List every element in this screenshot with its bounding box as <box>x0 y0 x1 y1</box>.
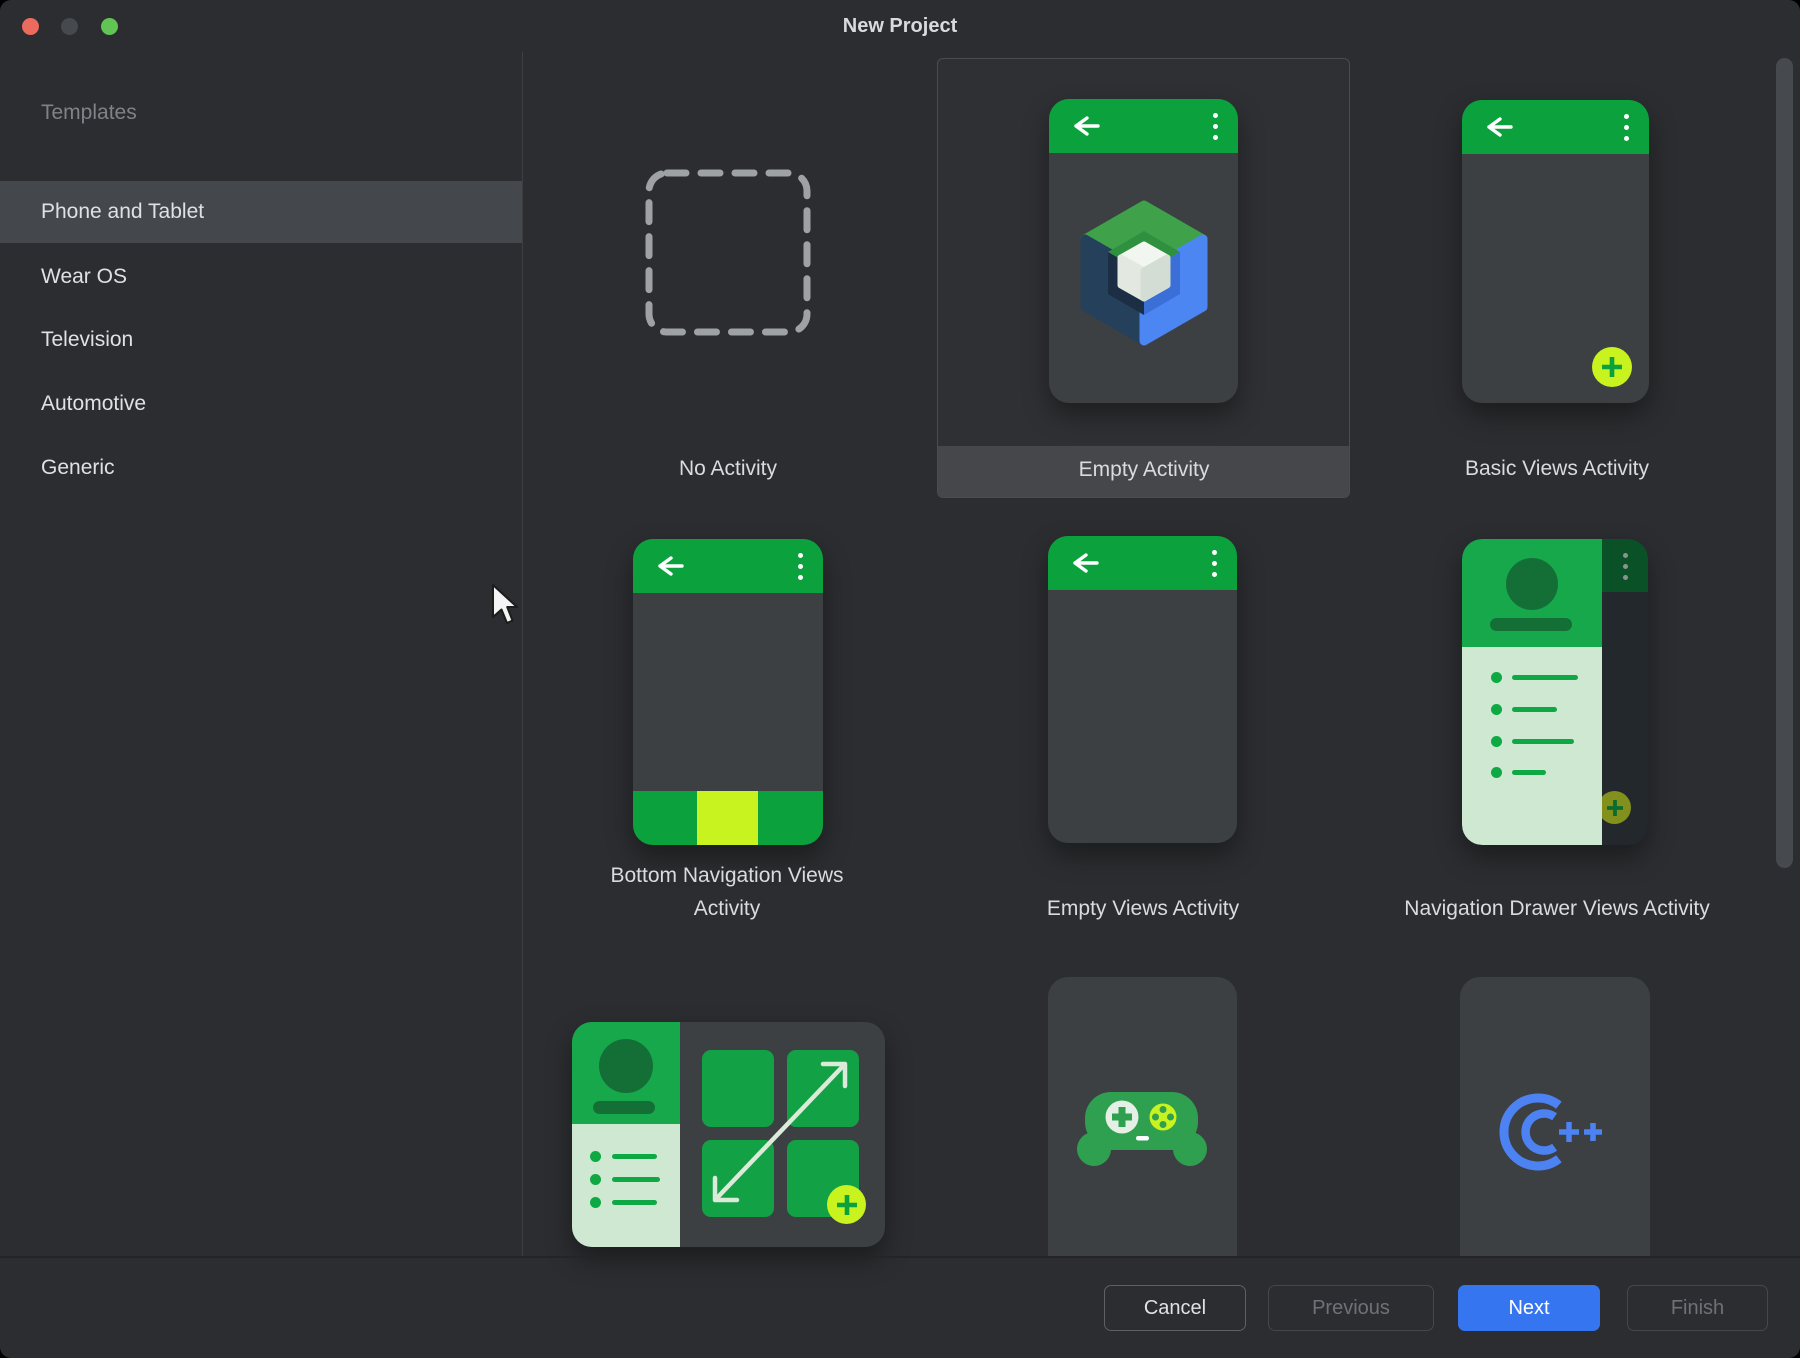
scrollbar-thumb[interactable] <box>1776 58 1793 868</box>
drawer-header <box>1462 539 1602 647</box>
new-project-dialog: New Project Templates Phone and Tablet W… <box>0 0 1800 1358</box>
avatar-icon <box>1506 558 1558 610</box>
template-label-line1: Bottom Navigation Views <box>610 864 843 888</box>
phone-mockup <box>1462 100 1649 403</box>
template-label: Empty Activity <box>1079 458 1210 482</box>
title-bar: New Project <box>0 0 1800 52</box>
drawer-menu <box>1462 647 1602 845</box>
kebab-menu-icon <box>1623 553 1628 580</box>
template-card-empty-activity[interactable]: Empty Activity <box>937 58 1350 498</box>
finish-button[interactable]: Finish <box>1627 1285 1768 1331</box>
phone-mockup <box>1049 99 1238 403</box>
bottom-nav-bar <box>633 791 823 845</box>
phone-mockup <box>1048 977 1237 1256</box>
kebab-menu-icon <box>1624 114 1629 141</box>
kebab-menu-icon <box>1213 113 1218 140</box>
kebab-menu-icon <box>798 553 803 580</box>
template-card-responsive-views-activity[interactable] <box>522 977 936 1256</box>
phone-mockup <box>1460 977 1650 1256</box>
sidebar-item-generic[interactable]: Generic <box>0 437 522 499</box>
template-card-bottom-navigation-views-activity[interactable]: Bottom Navigation Views Activity <box>522 500 936 940</box>
compose-logo-icon <box>1079 199 1209 347</box>
phone-mockup <box>1462 539 1648 845</box>
username-placeholder <box>1490 618 1572 631</box>
kebab-menu-icon <box>1212 550 1217 577</box>
back-arrow-icon <box>653 554 687 583</box>
back-arrow-icon <box>1068 551 1102 580</box>
username-placeholder <box>593 1101 655 1114</box>
template-label: Navigation Drawer Views Activity <box>1404 897 1709 921</box>
dashed-placeholder-icon <box>644 168 812 342</box>
app-bar <box>633 539 823 593</box>
template-card-game-activity[interactable] <box>936 977 1350 1256</box>
sidebar-item-automotive[interactable]: Automotive <box>0 373 522 435</box>
cancel-button[interactable]: Cancel <box>1104 1285 1246 1331</box>
app-bar <box>1048 536 1237 590</box>
tablet-mockup <box>572 1022 885 1247</box>
fab-plus-icon <box>1592 347 1632 387</box>
next-button[interactable]: Next <box>1458 1285 1600 1331</box>
footer-divider <box>0 1256 1800 1258</box>
app-bar <box>1049 99 1238 153</box>
template-card-no-activity[interactable]: No Activity <box>522 58 936 498</box>
cursor-pointer-icon <box>490 583 518 632</box>
sidebar-item-television[interactable]: Television <box>0 309 522 371</box>
avatar-icon <box>599 1039 653 1093</box>
navigation-drawer <box>1462 539 1602 845</box>
back-arrow-icon <box>1069 114 1103 143</box>
template-card-empty-views-activity[interactable]: Empty Views Activity <box>936 500 1350 940</box>
phone-mockup <box>633 539 823 845</box>
cpp-icon <box>1495 1087 1607 1177</box>
panel-menu <box>572 1124 680 1247</box>
template-card-native-cpp[interactable] <box>1350 977 1764 1256</box>
template-label: Empty Views Activity <box>1047 897 1239 921</box>
template-card-basic-views-activity[interactable]: Basic Views Activity <box>1350 58 1764 498</box>
fab-plus-icon <box>827 1185 866 1224</box>
tablet-side-panel <box>572 1022 680 1247</box>
app-bar <box>1462 100 1649 154</box>
sidebar-item-wear-os[interactable]: Wear OS <box>0 246 522 308</box>
previous-button[interactable]: Previous <box>1268 1285 1434 1331</box>
template-label: Basic Views Activity <box>1465 457 1649 481</box>
dimmed-fab-plus-icon <box>1598 791 1631 824</box>
sidebar-item-phone-and-tablet[interactable]: Phone and Tablet <box>0 181 522 243</box>
phone-mockup <box>1048 536 1237 843</box>
back-arrow-icon <box>1482 115 1516 144</box>
panel-header <box>572 1022 680 1124</box>
template-label: No Activity <box>679 457 777 481</box>
dialog-title: New Project <box>0 0 1800 52</box>
bottom-nav-selected-segment <box>697 791 758 845</box>
templates-header: Templates <box>41 101 137 125</box>
template-label-line2: Activity <box>694 897 761 921</box>
gamepad-icon <box>1072 1078 1212 1173</box>
template-card-navigation-drawer-views-activity[interactable]: Navigation Drawer Views Activity <box>1350 500 1764 940</box>
